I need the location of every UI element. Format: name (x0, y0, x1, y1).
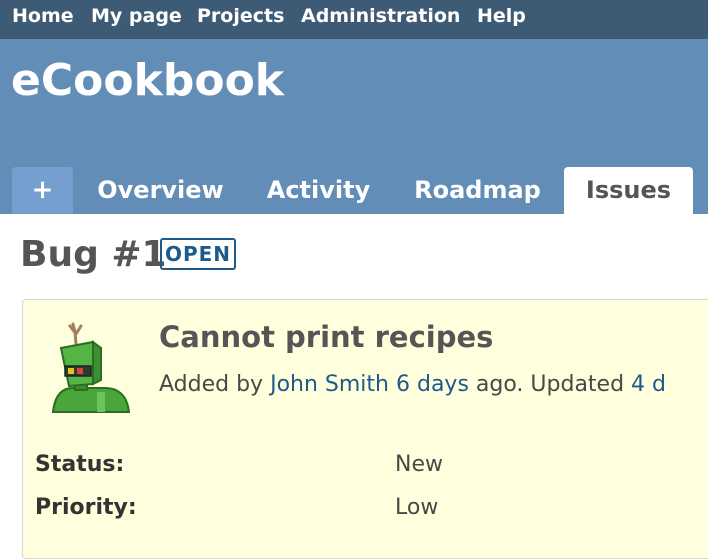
robot-avatar-icon (51, 322, 131, 413)
priority-attribute-value: Low (395, 495, 439, 520)
status-badge: OPEN (160, 238, 236, 270)
tab-activity[interactable]: Activity (253, 167, 384, 214)
tab-overview[interactable]: Overview (84, 167, 237, 214)
new-object-tab[interactable]: + (12, 167, 73, 214)
top-menu-help[interactable]: Help (477, 5, 526, 27)
issue-heading: Bug #1 (20, 234, 167, 275)
project-header: eCookbook + Overview Activity Roadmap Is… (0, 39, 708, 214)
top-menu-administration[interactable]: Administration (301, 5, 460, 27)
top-menu-projects[interactable]: Projects (197, 5, 284, 27)
issue-author-line: Added by John Smith 6 days ago. Updated … (159, 372, 666, 397)
tab-issues[interactable]: Issues (564, 167, 693, 214)
issue-details: Cannot print recipes Added by John Smith… (22, 299, 708, 559)
top-menu-my-page[interactable]: My page (91, 5, 182, 27)
priority-attribute-label: Priority: (35, 495, 137, 520)
created-time-link[interactable]: 6 days (396, 372, 469, 397)
author-link[interactable]: John Smith (270, 372, 389, 397)
tab-roadmap[interactable]: Roadmap (400, 167, 555, 214)
issue-subject: Cannot print recipes (159, 320, 494, 354)
top-menu-home[interactable]: Home (12, 5, 74, 27)
updated-label: ago. Updated (468, 372, 632, 397)
status-attribute-label: Status: (35, 452, 125, 477)
updated-time-link[interactable]: 4 d (631, 372, 666, 397)
top-menu: Home My page Projects Administration Hel… (0, 0, 708, 39)
status-attribute-value: New (395, 452, 443, 477)
project-title: eCookbook (11, 55, 285, 106)
added-by-label: Added by (159, 372, 271, 397)
